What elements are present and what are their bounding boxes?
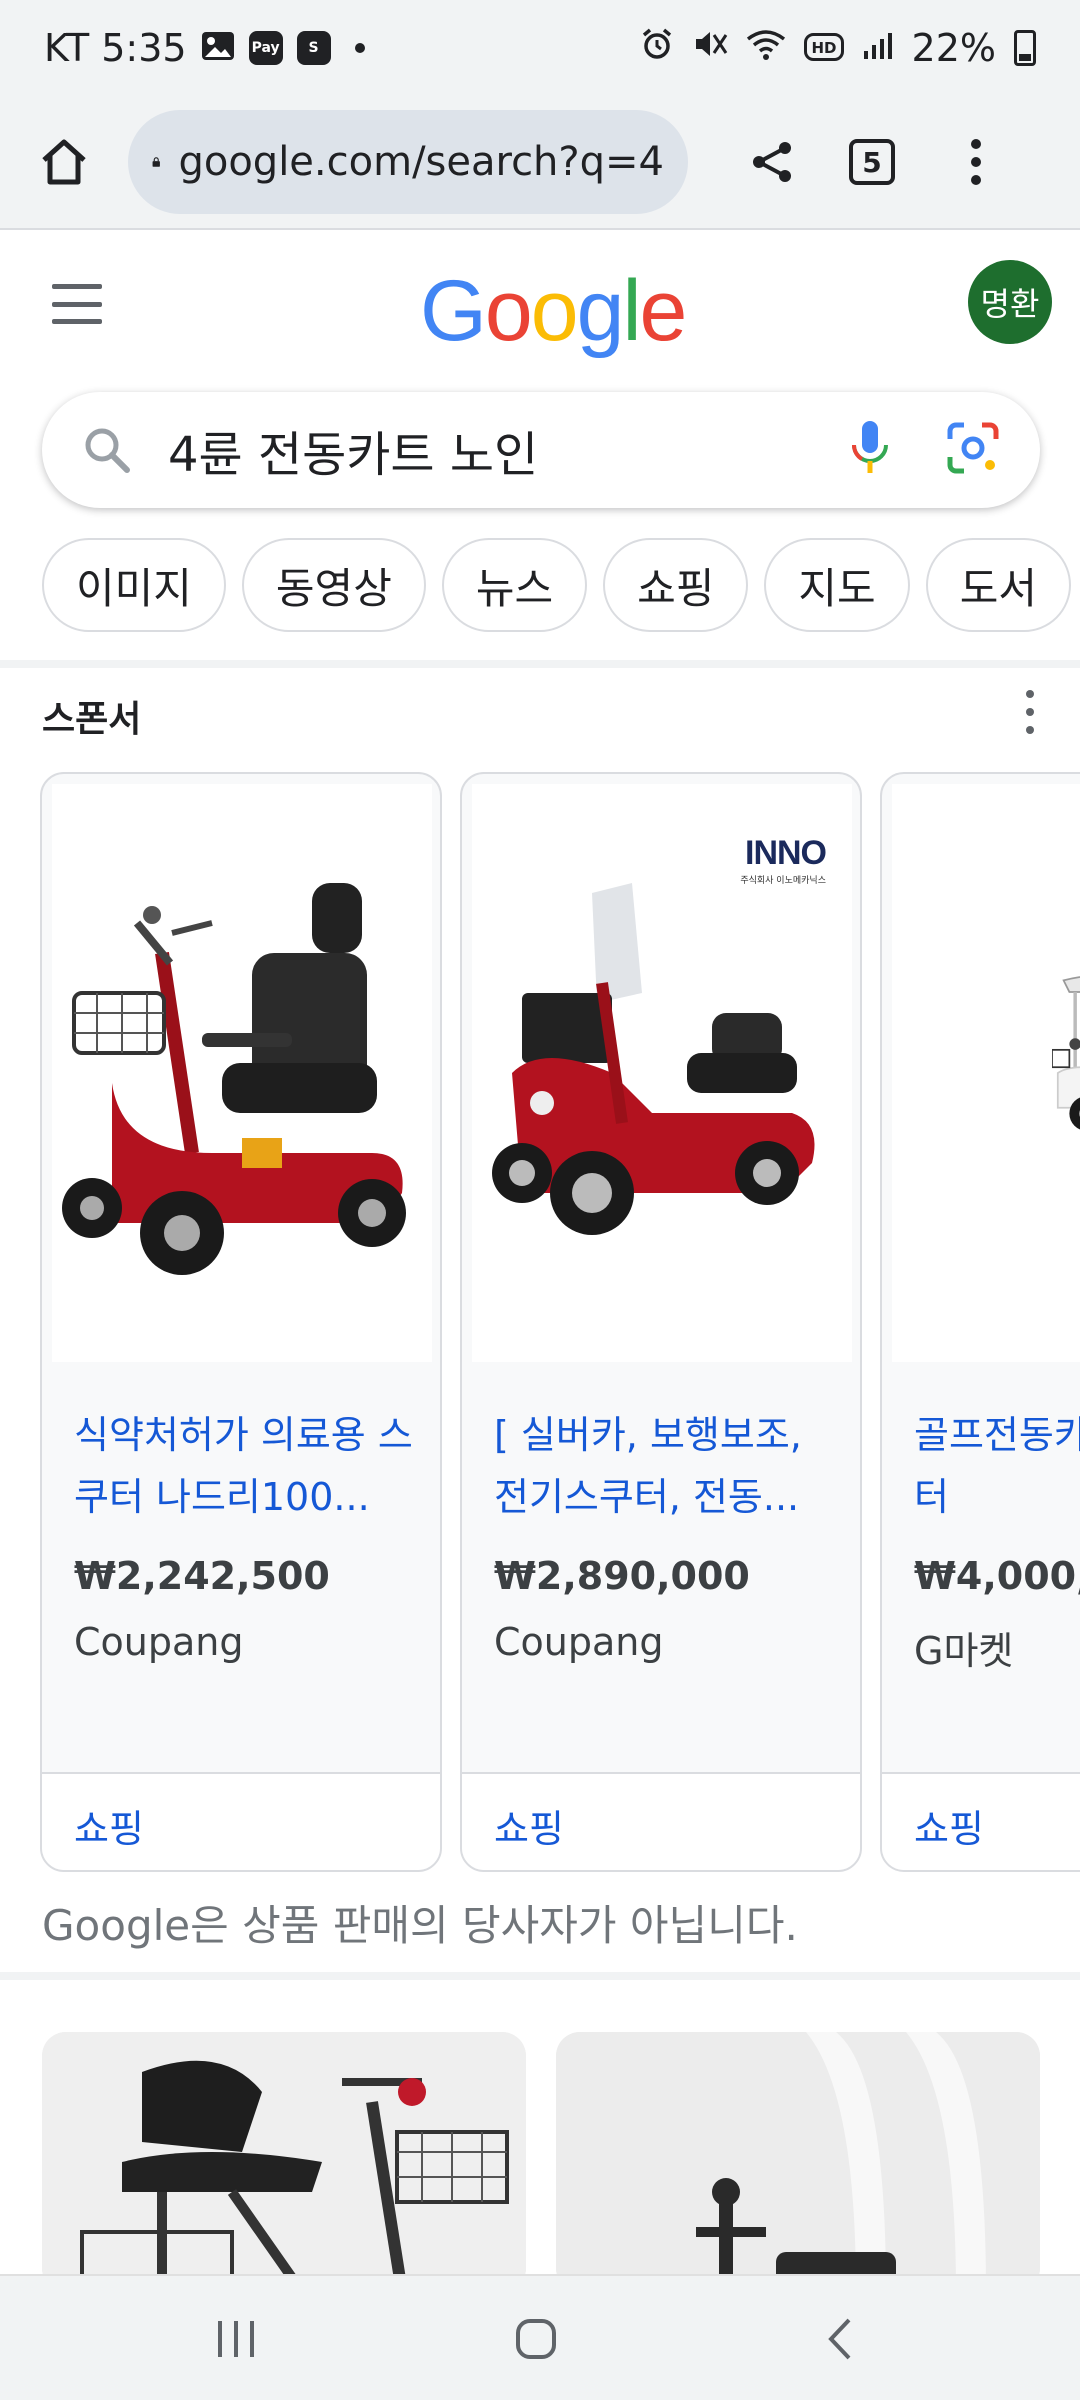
- product-card[interactable]: 골프전동카 전동스쿠터 ₩4,000,0 G마켓 쇼핑: [880, 772, 1080, 1872]
- product-store: Coupang: [494, 1620, 664, 1664]
- product-store: Coupang: [74, 1620, 244, 1664]
- recent-apps-icon: [218, 2321, 254, 2357]
- svg-text:HD: HD: [811, 39, 836, 57]
- logo-letter: o: [484, 263, 533, 359]
- voice-search-button[interactable]: [850, 419, 890, 481]
- chip-videos[interactable]: 동영상: [241, 538, 426, 632]
- four-wheel-scooter-image: [492, 883, 815, 1235]
- camera-lens-icon: [947, 422, 999, 474]
- tab-count: 5: [849, 139, 895, 185]
- logo-letter: g: [576, 263, 625, 359]
- image-result[interactable]: [556, 2032, 1040, 2292]
- logo-letter: G: [420, 263, 487, 359]
- sponsored-more-icon[interactable]: [1020, 690, 1040, 734]
- product-card[interactable]: INNO 주식회사 이노메카닉스 [ 실버카, 보행보조, 전기스쿠터, 전동.…: [460, 772, 862, 1872]
- product-title[interactable]: 식약처허가 의료용 스쿠터 나드리100...: [74, 1404, 424, 1528]
- chip-maps[interactable]: 지도: [764, 538, 910, 632]
- sponsored-heading: 스폰서: [42, 699, 142, 740]
- product-image[interactable]: INNO 주식회사 이노메카닉스: [472, 784, 852, 1362]
- product-title[interactable]: [ 실버카, 보행보조, 전기스쿠터, 전동...: [494, 1404, 844, 1528]
- product-price: ₩2,890,000: [494, 1554, 750, 1598]
- recent-apps-button[interactable]: [176, 2294, 296, 2384]
- search-icon: [85, 428, 130, 473]
- mute-icon: [692, 26, 728, 70]
- system-navigation-bar: [0, 2274, 1080, 2400]
- back-chevron-icon: [828, 2318, 851, 2360]
- share-button[interactable]: [722, 112, 822, 212]
- carrier-time: KT 5:35: [44, 26, 187, 70]
- chip-shopping[interactable]: 쇼핑: [603, 538, 749, 632]
- chip-books[interactable]: 도서: [925, 538, 1071, 632]
- search-box[interactable]: 4륜 전동카트 노인: [42, 392, 1040, 508]
- shopping-footer[interactable]: 쇼핑: [462, 1772, 860, 1870]
- google-logo[interactable]: Google: [420, 262, 688, 361]
- search-input[interactable]: 4륜 전동카트 노인: [168, 415, 538, 485]
- section-divider: [0, 660, 1080, 668]
- mic-icon: [851, 421, 888, 473]
- browser-toolbar: google.com/search?q=4 5: [0, 96, 1080, 230]
- battery-icon: [1014, 30, 1036, 66]
- logo-letter: o: [530, 263, 579, 359]
- shopping-link[interactable]: 쇼핑: [74, 1798, 144, 1853]
- logo-letter: l: [622, 263, 641, 359]
- inno-logo: INNO 주식회사 이노메카닉스: [740, 834, 827, 886]
- gallery-icon: [201, 26, 235, 70]
- google-header: Google 명환: [0, 232, 1080, 382]
- home-icon: [42, 139, 86, 185]
- wifi-icon: [746, 26, 786, 70]
- back-button[interactable]: [780, 2294, 900, 2384]
- mobility-scooter-image: [62, 883, 406, 1275]
- image-result[interactable]: [42, 2032, 526, 2292]
- avatar[interactable]: 명환: [968, 260, 1052, 344]
- hd-icon: HD: [803, 26, 844, 70]
- filter-chips: 이미지 동영상 뉴스 쇼핑 지도 도서: [42, 538, 1071, 634]
- home-nav-button[interactable]: [476, 2294, 596, 2384]
- product-image[interactable]: [52, 784, 432, 1362]
- hamburger-menu-icon[interactable]: [52, 284, 102, 324]
- tab-switcher-button[interactable]: 5: [822, 112, 922, 212]
- signal-icon: [862, 26, 894, 70]
- url-text: google.com/search?q=4: [178, 139, 664, 185]
- product-price: ₩4,000,0: [914, 1554, 1080, 1598]
- share-icon: [753, 142, 791, 182]
- battery-percent: 22%: [911, 26, 996, 70]
- product-title[interactable]: 골프전동카 전동스쿠터: [914, 1404, 1080, 1528]
- shopping-link[interactable]: 쇼핑: [914, 1798, 984, 1853]
- image-results: [42, 2032, 1040, 2292]
- product-carousel[interactable]: 식약처허가 의료용 스쿠터 나드리100... ₩2,242,500 Coupa…: [40, 772, 1080, 1872]
- product-card[interactable]: 식약처허가 의료용 스쿠터 나드리100... ₩2,242,500 Coupa…: [40, 772, 442, 1872]
- golf-cart-image: [1052, 976, 1080, 1130]
- shopping-footer[interactable]: 쇼핑: [882, 1772, 1080, 1870]
- electric-wheelchair-image: [556, 2032, 1040, 2292]
- folding-scooter-image: [42, 2032, 526, 2292]
- product-price: ₩2,242,500: [74, 1554, 330, 1598]
- lock-icon: [152, 157, 160, 167]
- status-bar: KT 5:35 Pay S HD 22%: [0, 0, 1080, 96]
- home-button[interactable]: [14, 112, 114, 212]
- shopping-link[interactable]: 쇼핑: [494, 1798, 564, 1853]
- url-bar[interactable]: google.com/search?q=4: [128, 110, 688, 214]
- notification-dot-icon: [354, 43, 365, 53]
- sponsor-disclaimer: Google은 상품 판매의 당사자가 아닙니다.: [42, 1901, 798, 1950]
- shopping-footer[interactable]: 쇼핑: [42, 1772, 440, 1870]
- logo-letter: e: [639, 263, 688, 359]
- lens-search-button[interactable]: [946, 421, 1000, 479]
- more-vert-icon: [971, 139, 981, 185]
- chip-images[interactable]: 이미지: [42, 538, 226, 632]
- pay-icon: Pay: [248, 31, 283, 65]
- s-app-icon: S: [296, 31, 331, 65]
- product-image[interactable]: [892, 784, 1080, 1362]
- chip-news[interactable]: 뉴스: [441, 538, 588, 632]
- alarm-icon: [640, 26, 674, 70]
- home-circle-icon: [516, 2319, 556, 2359]
- section-divider: [0, 1972, 1080, 1980]
- browser-menu-button[interactable]: [926, 112, 1026, 212]
- product-store: G마켓: [914, 1629, 1014, 1673]
